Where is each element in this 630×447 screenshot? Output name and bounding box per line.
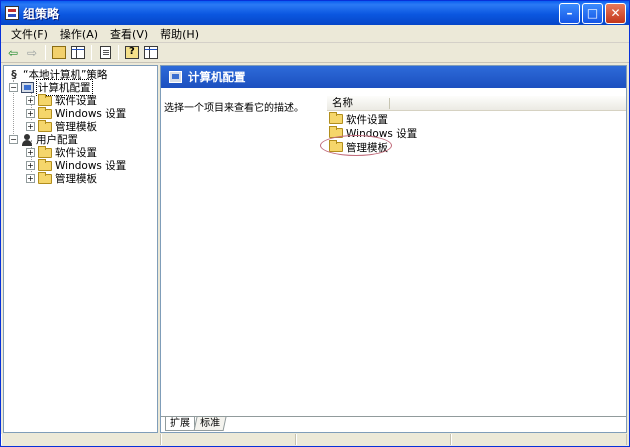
description-text: 选择一个项目来查看它的描述。 [164, 103, 304, 114]
collapse-toggle[interactable]: − [9, 83, 18, 92]
tab-standard[interactable]: 标准 [193, 417, 227, 431]
status-cell [451, 434, 627, 445]
export-list-button[interactable] [97, 45, 113, 61]
app-icon [5, 6, 19, 20]
expand-toggle[interactable]: + [26, 174, 35, 183]
tree-item-user-admin-templates[interactable]: + 管理模板 [26, 171, 97, 185]
list-item-software-settings[interactable]: 软件设置 [329, 112, 388, 126]
collapse-toggle[interactable]: − [9, 135, 18, 144]
computer-icon [169, 71, 182, 83]
title-bar: 组策略 – □ ✕ [1, 1, 629, 25]
user-icon [21, 133, 33, 146]
folder-icon [38, 93, 52, 106]
minimize-button[interactable]: – [559, 3, 580, 24]
tree-item-label: 管理模板 [55, 173, 97, 185]
tab-extended[interactable]: 扩展 [165, 417, 195, 431]
console-tree-icon [71, 46, 85, 59]
window-title: 组策略 [23, 6, 60, 21]
folder-icon [329, 112, 343, 124]
toolbar-separator [91, 45, 92, 60]
tab-label: 扩展 [170, 418, 190, 429]
menu-view[interactable]: 查看(V) [104, 26, 154, 42]
details-title: 计算机配置 [188, 70, 246, 84]
properties-icon [144, 46, 158, 59]
close-button[interactable]: ✕ [605, 3, 626, 24]
arrow-right-icon[interactable]: ⇨ [24, 45, 40, 61]
status-cell [1, 434, 161, 445]
folder-icon [38, 119, 52, 132]
computer-icon [21, 82, 34, 93]
highlight-annotation [320, 135, 392, 156]
maximize-button[interactable]: □ [582, 3, 603, 24]
console-tree: § “本地计算机”策略 − 计算机配置 + 软件设置 + Windows 设置 … [3, 65, 158, 433]
expand-toggle[interactable]: + [26, 161, 35, 170]
arrow-left-icon[interactable]: ⇦ [5, 45, 21, 61]
help-button[interactable] [124, 45, 140, 61]
folder-icon [38, 106, 52, 119]
group-policy-window: 组策略 – □ ✕ 文件(F) 操作(A) 查看(V) 帮助(H) ⇦ ⇨ § [0, 0, 630, 447]
details-header: 计算机配置 [161, 66, 626, 88]
export-list-icon [99, 46, 111, 59]
window-controls: – □ ✕ [559, 3, 626, 24]
status-cell [296, 434, 451, 445]
column-header-label: 名称 [332, 97, 353, 109]
details-pane: 计算机配置 选择一个项目来查看它的描述。 名称 软件设置 Windows 设置 … [160, 65, 627, 433]
status-cell [161, 434, 296, 445]
list-item-label: 软件设置 [346, 113, 388, 126]
show-hide-tree-button[interactable] [70, 45, 86, 61]
folder-icon [38, 171, 52, 184]
menu-help[interactable]: 帮助(H) [154, 26, 205, 42]
expand-toggle[interactable]: + [26, 109, 35, 118]
menu-bar: 文件(F) 操作(A) 查看(V) 帮助(H) [1, 25, 629, 43]
folder-up-icon [52, 46, 66, 59]
help-icon [125, 46, 139, 59]
menu-action[interactable]: 操作(A) [54, 26, 104, 42]
toolbar-separator [45, 45, 46, 60]
expand-toggle[interactable]: + [26, 122, 35, 131]
status-bar [1, 434, 629, 446]
folder-icon [38, 145, 52, 158]
expand-toggle[interactable]: + [26, 148, 35, 157]
toolbar-separator [118, 45, 119, 60]
column-separator[interactable] [389, 98, 390, 109]
properties-button[interactable] [143, 45, 159, 61]
tab-label: 标准 [200, 418, 221, 429]
expand-toggle[interactable]: + [26, 96, 35, 105]
menu-file[interactable]: 文件(F) [5, 26, 54, 42]
toolbar: ⇦ ⇨ [1, 43, 629, 63]
folder-icon [38, 158, 52, 171]
up-folder-button[interactable] [51, 45, 67, 61]
column-header-name[interactable]: 名称 [327, 96, 626, 111]
policy-icon: § [11, 67, 17, 81]
view-tabs: 扩展 标准 [161, 416, 626, 432]
